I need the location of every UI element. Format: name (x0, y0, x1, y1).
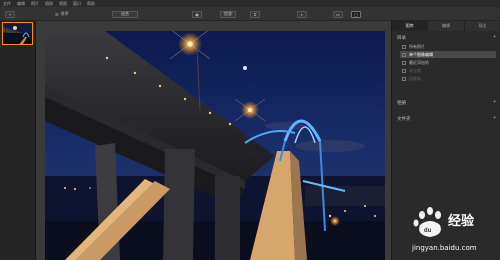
tree-item-uncategorized[interactable]: 未分类 (400, 67, 496, 74)
folder-icon (402, 52, 406, 57)
main-photo[interactable] (45, 31, 385, 260)
add-button[interactable]: + (5, 10, 15, 18)
tab-export[interactable]: 导出 (465, 21, 500, 31)
add-catalog-icon[interactable]: + (493, 34, 496, 40)
folders-heading[interactable]: 文件夹 (397, 116, 411, 122)
add-folder-icon[interactable]: + (493, 115, 496, 121)
zoom-dropdown[interactable]: 适合 (112, 10, 138, 18)
photo-thumbnail[interactable] (2, 22, 33, 45)
crop-button[interactable]: ⌗ (250, 10, 260, 18)
sidebar-tabs: 图库 编辑 导出 (392, 21, 500, 31)
view-mode-compare[interactable]: ▢ (351, 10, 361, 18)
sort-label: 排序 (60, 11, 69, 16)
adjust-icon: ◐ (297, 10, 307, 18)
compare-view-icon: ▢ (351, 10, 361, 18)
jingyan-url: jingyan.baidu.com (412, 244, 477, 252)
menu-bar: 文件 编辑 照片 相册 视图 窗口 帮助 (0, 0, 500, 7)
folder-icon (402, 44, 406, 49)
jingyan-title: 经验 (448, 214, 475, 229)
trash-icon (402, 76, 406, 81)
bridge-night-photo (45, 31, 385, 260)
tree-item-recent[interactable]: 最近添加的 (400, 59, 496, 66)
info-label: 信息 (220, 10, 236, 18)
folder-icon (402, 68, 406, 73)
tab-library[interactable]: 图库 (392, 21, 429, 31)
add-album-icon[interactable]: + (493, 99, 496, 105)
sort-button[interactable]: ☰ 排序 (55, 10, 69, 18)
view-button[interactable]: ◉ (192, 10, 202, 18)
menu-view[interactable]: 视图 (59, 0, 67, 7)
zoom-value: 适合 (112, 10, 138, 18)
sort-icon: ☰ (55, 11, 59, 17)
baidu-jingyan-watermark: du 经验 jingyan.baidu.com (412, 207, 500, 259)
single-view-icon: ▭ (333, 10, 343, 18)
menu-window[interactable]: 窗口 (73, 0, 81, 7)
thumbnail-image (3, 23, 32, 44)
tab-edit[interactable]: 编辑 (428, 21, 465, 31)
tree-item-all-photos[interactable]: 所有照片 (400, 43, 496, 50)
info-button[interactable]: 信息 (220, 10, 236, 18)
photo-viewer[interactable] (36, 21, 391, 260)
eye-icon: ◉ (192, 10, 202, 18)
menu-edit[interactable]: 编辑 (17, 0, 25, 7)
tree-item-trash[interactable]: 回收站 (400, 75, 496, 82)
folder-icon (402, 60, 406, 65)
menu-album[interactable]: 相册 (45, 0, 53, 7)
filmstrip (0, 21, 36, 260)
menu-photo[interactable]: 照片 (31, 0, 39, 7)
crop-icon: ⌗ (250, 10, 260, 18)
tree-item-single-edit[interactable]: 单个图像编辑 (400, 51, 496, 58)
toolbar: + ☰ 排序 适合 ◉ 信息 ⌗ ◐ ▭ ▢ (0, 7, 500, 21)
plus-icon: + (5, 10, 15, 18)
adjust-button[interactable]: ◐ (297, 10, 307, 18)
albums-heading[interactable]: 相册 (397, 100, 406, 106)
catalog-heading[interactable]: 目录 (397, 35, 406, 41)
view-mode-single[interactable]: ▭ (333, 10, 343, 18)
logo-du-text: du (424, 228, 432, 234)
menu-file[interactable]: 文件 (3, 0, 11, 7)
menu-help[interactable]: 帮助 (87, 0, 95, 7)
